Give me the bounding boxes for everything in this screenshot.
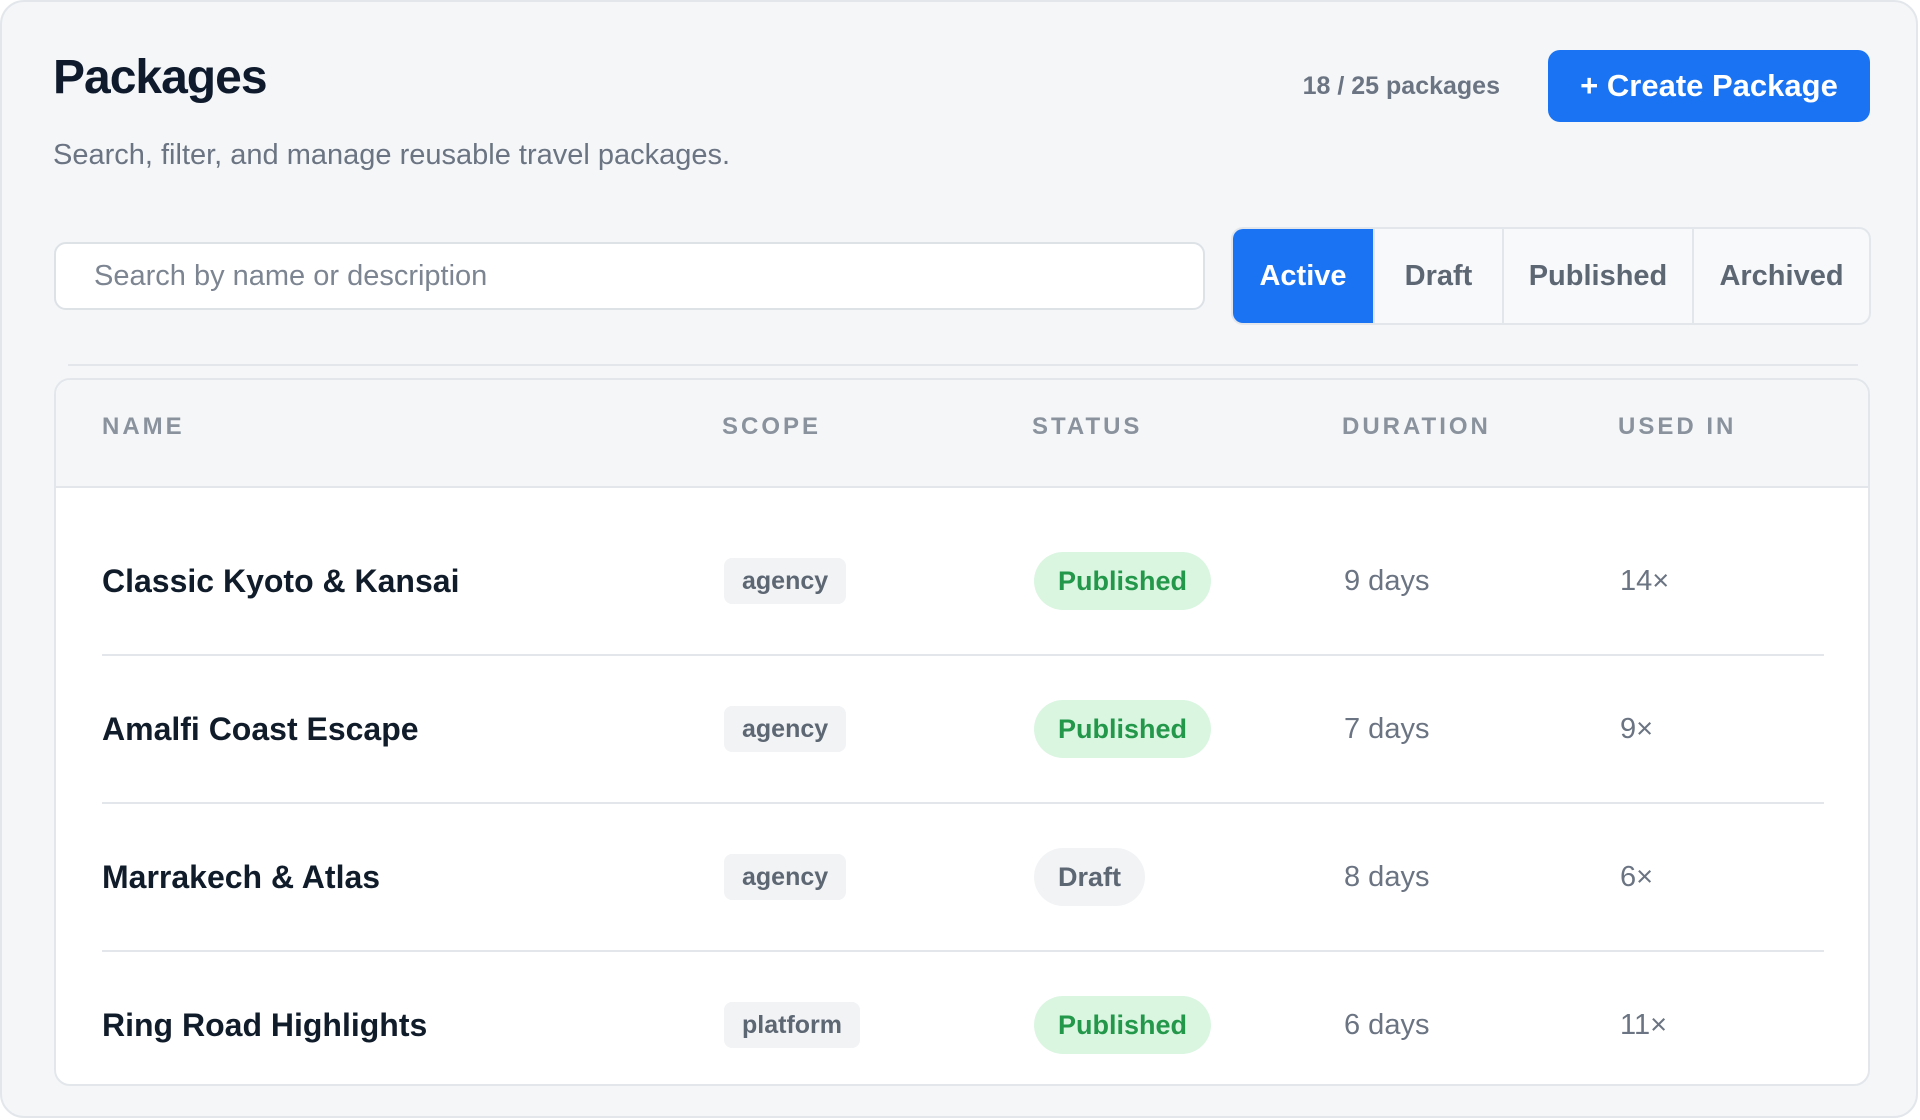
duration: 9 days: [1344, 564, 1430, 597]
package-name[interactable]: Classic Kyoto & Kansai: [102, 508, 459, 654]
table-row[interactable]: Classic Kyoto & Kansai agency Published …: [102, 508, 1824, 656]
packages-panel: Packages Search, filter, and manage reus…: [0, 0, 1918, 1118]
used-in-count: 11×: [1620, 1008, 1668, 1041]
duration: 7 days: [1344, 712, 1430, 745]
table-row[interactable]: Ring Road Highlights platform Published …: [102, 952, 1824, 1084]
used-in-count: 14×: [1620, 564, 1670, 597]
status-badge: Draft: [1034, 848, 1146, 906]
column-header-duration[interactable]: DURATION: [1342, 413, 1491, 441]
search-input[interactable]: [54, 242, 1205, 310]
scope-badge: agency: [724, 706, 847, 752]
section-divider: [68, 364, 1858, 366]
column-header-status[interactable]: STATUS: [1032, 413, 1142, 441]
page-title: Packages: [53, 51, 268, 104]
filter-draft[interactable]: Draft: [1375, 229, 1504, 323]
used-in-count: 6×: [1620, 860, 1654, 893]
status-filter: Active Draft Published Archived: [1231, 227, 1871, 325]
filter-published[interactable]: Published: [1504, 229, 1694, 323]
page-subtitle: Search, filter, and manage reusable trav…: [53, 139, 731, 171]
package-name[interactable]: Marrakech & Atlas: [102, 804, 380, 950]
packages-table: NAME SCOPE STATUS DURATION USED IN Class…: [54, 378, 1870, 1086]
duration: 8 days: [1344, 860, 1430, 893]
status-badge: Published: [1034, 700, 1212, 758]
scope-badge: agency: [724, 854, 847, 900]
status-badge: Published: [1034, 552, 1212, 610]
column-header-name[interactable]: NAME: [102, 413, 185, 441]
table-header: NAME SCOPE STATUS DURATION USED IN: [56, 380, 1868, 488]
table-row[interactable]: Amalfi Coast Escape agency Published 7 d…: [102, 656, 1824, 804]
scope-badge: platform: [724, 1002, 860, 1048]
used-in-count: 9×: [1620, 712, 1654, 745]
column-header-scope[interactable]: SCOPE: [722, 413, 821, 441]
column-header-used-in[interactable]: USED IN: [1618, 413, 1736, 441]
create-package-button[interactable]: + Create Package: [1548, 50, 1870, 122]
scope-badge: agency: [724, 558, 847, 604]
package-count: 18 / 25 packages: [1302, 72, 1500, 100]
duration: 6 days: [1344, 1008, 1430, 1041]
package-name[interactable]: Amalfi Coast Escape: [102, 656, 419, 802]
package-name[interactable]: Ring Road Highlights: [102, 952, 427, 1084]
status-badge: Published: [1034, 996, 1212, 1054]
table-row[interactable]: Marrakech & Atlas agency Draft 8 days 6×: [102, 804, 1824, 952]
filter-active[interactable]: Active: [1233, 229, 1375, 323]
filter-archived[interactable]: Archived: [1694, 229, 1869, 323]
